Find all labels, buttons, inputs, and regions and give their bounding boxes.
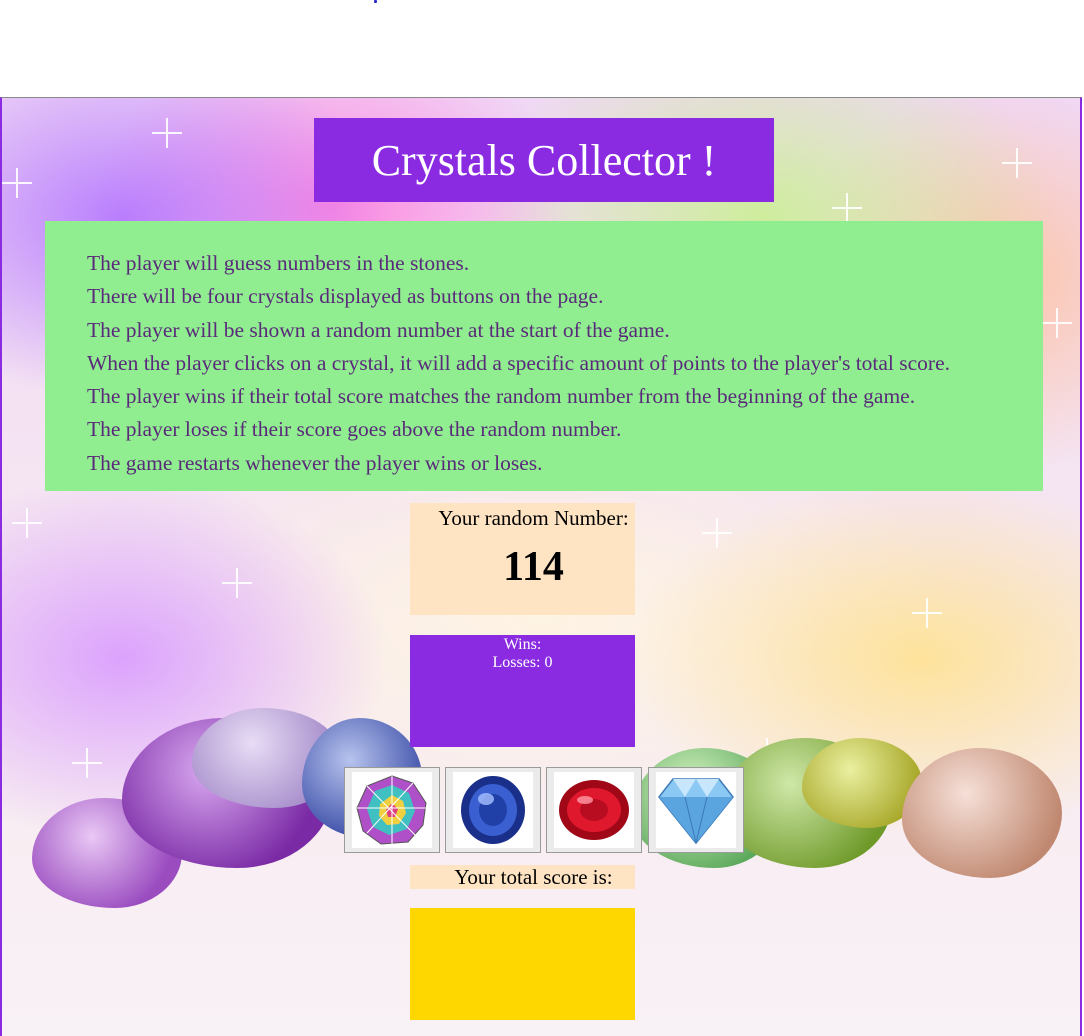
wins-counter: Wins: [503,636,542,653]
crystal-button-sapphire[interactable] [445,767,541,853]
losses-counter: Losses: 0 [492,654,553,671]
game-title: Crystals Collector ! [314,118,774,202]
sparkle-icon [702,518,732,548]
random-number-label: Your random Number: [438,506,629,530]
stone-image [902,748,1062,878]
rule-line: The player will guess numbers in the sto… [87,251,470,275]
crystal-button-ruby[interactable] [546,767,642,853]
sapphire-crystal-icon [453,772,533,848]
ruby-crystal-icon [554,772,634,848]
sparkle-icon [832,193,862,223]
stats-panel: Wins: Losses: 0 [410,635,635,747]
sparkle-icon [222,568,252,598]
rule-line: The player loses if their score goes abo… [87,417,622,442]
sparkle-icon [912,598,942,628]
random-number-value: 114 [503,544,564,590]
rule-line: The game restarts whenever the player wi… [87,450,543,475]
sparkle-icon [2,168,32,198]
sparkle-icon [72,748,102,778]
random-number-panel: Your random Number: 114 [410,503,635,615]
sparkle-icon [152,118,182,148]
rules-panel: The player will guess numbers in the sto… [45,221,1043,491]
total-score-label: Your total score is: [410,865,635,889]
game-stage: Crystals Collector ! The player will gue… [0,97,1082,1036]
sparkle-icon [1042,308,1072,338]
top-link-fragment [374,0,377,3]
sparkle-icon [1002,148,1032,178]
rule-line: There will be four crystals displayed as… [87,284,604,309]
sparkle-icon [12,508,42,538]
top-strip [0,0,1084,97]
crystal-button-diamond[interactable] [648,767,744,853]
rule-line: The player will be shown a random number… [87,317,670,342]
crystal-button-rainbow[interactable] [344,767,440,853]
diamond-crystal-icon [656,772,736,848]
rainbow-crystal-icon [352,772,432,848]
rule-line: The player wins if their total score mat… [87,384,916,409]
rule-line: When the player clicks on a crystal, it … [87,350,951,375]
total-score-label-text: Your total score is: [454,865,613,889]
total-score-panel [410,908,635,1020]
